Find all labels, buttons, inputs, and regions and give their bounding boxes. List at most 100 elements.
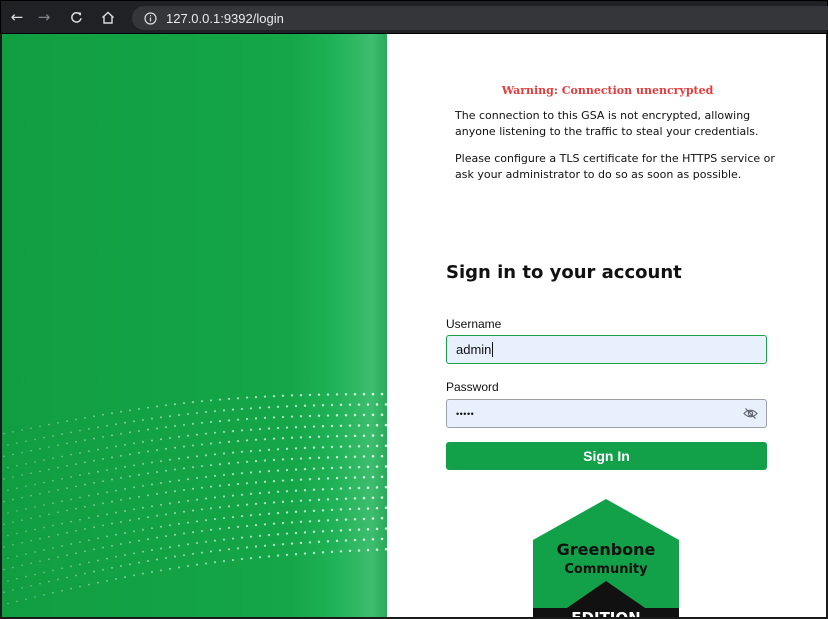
pattern-dot (3, 523, 5, 526)
pattern-dot (142, 528, 144, 531)
pattern-dot (34, 506, 36, 508)
pattern-dot (240, 407, 244, 411)
pattern-dot (218, 527, 222, 530)
pattern-dot (236, 418, 240, 421)
pattern-dot (138, 561, 140, 564)
pattern-dot (200, 443, 204, 446)
pattern-dot (52, 524, 54, 527)
pattern-dot (308, 435, 312, 439)
pattern-dot (272, 416, 276, 419)
pattern-dot (34, 461, 36, 463)
pattern-dot (227, 548, 231, 551)
eye-off-icon[interactable] (735, 400, 766, 427)
pattern-dot (16, 442, 18, 444)
pattern-dot (344, 393, 348, 396)
pattern-dot (330, 466, 334, 470)
pattern-dot (195, 455, 199, 458)
pattern-dot (326, 477, 330, 480)
pattern-dot (371, 475, 375, 479)
back-icon[interactable]: ← (6, 6, 28, 28)
url-text[interactable]: 127.0.0.1:9392/login (166, 11, 284, 26)
pattern-dot (321, 551, 325, 554)
pattern-dot (276, 533, 280, 536)
pattern-dot (357, 507, 361, 511)
pattern-dot (186, 521, 190, 524)
pattern-dot (84, 483, 86, 486)
pattern-dot (39, 515, 41, 518)
pattern-dot (254, 460, 258, 463)
reload-icon[interactable] (65, 6, 87, 28)
pattern-dot (177, 544, 181, 547)
pattern-dot (339, 445, 343, 448)
pattern-dot (218, 441, 222, 444)
pattern-dot (102, 458, 104, 460)
home-icon[interactable] (97, 6, 119, 28)
pattern-dot (66, 464, 68, 467)
pattern-dot (173, 424, 177, 427)
pattern-dot (308, 478, 312, 481)
pattern-dot (25, 485, 27, 488)
pattern-dot (222, 538, 226, 541)
pattern-dot (308, 499, 312, 502)
pattern-dot (52, 569, 54, 572)
pattern-dot (124, 532, 126, 534)
pattern-dot (218, 506, 222, 509)
pattern-dot (240, 429, 244, 432)
address-bar[interactable]: 127.0.0.1:9392/login (132, 6, 828, 30)
pattern-dot (326, 393, 330, 396)
pattern-dot (66, 487, 68, 490)
sign-in-button[interactable]: Sign In (446, 442, 767, 470)
pattern-dot (213, 431, 217, 434)
pattern-dot (124, 443, 126, 446)
pattern-dot (25, 553, 27, 555)
info-circle-icon[interactable] (139, 7, 161, 29)
pattern-dot (79, 452, 81, 454)
pattern-dot (213, 410, 217, 413)
pattern-dot (111, 434, 113, 437)
pattern-dot (335, 455, 339, 459)
pattern-dot (43, 504, 45, 506)
pattern-dot (52, 479, 54, 482)
pattern-dot (102, 413, 104, 416)
pattern-dot (294, 489, 298, 492)
pattern-dot (267, 406, 271, 409)
pattern-dot (362, 413, 366, 417)
pattern-dot (218, 463, 222, 466)
pattern-dot (339, 487, 343, 490)
pattern-dot (357, 424, 361, 427)
pattern-dot (299, 541, 303, 545)
pattern-dot (258, 449, 262, 452)
pattern-dot (366, 507, 370, 510)
pattern-dot (151, 505, 153, 508)
pattern-dot (168, 458, 172, 461)
pattern-dot (353, 434, 357, 438)
pattern-dot (209, 399, 213, 402)
forward-icon[interactable]: → (33, 6, 55, 28)
pattern-dot (3, 478, 5, 480)
pattern-dot (303, 552, 307, 555)
pattern-dot (66, 509, 68, 512)
pattern-dot (48, 535, 50, 538)
pattern-dot (120, 565, 122, 568)
pattern-dot (79, 496, 81, 499)
pattern-dot (66, 442, 68, 445)
pattern-dot (357, 445, 361, 448)
pattern-dot (57, 422, 59, 424)
pattern-dot (267, 448, 271, 451)
pattern-dot (380, 392, 384, 396)
pattern-dot (222, 452, 226, 455)
pattern-dot (147, 560, 149, 563)
pattern-dot (308, 541, 312, 544)
pattern-dot (111, 412, 113, 415)
pattern-dot (115, 467, 117, 470)
pattern-dot (303, 404, 307, 407)
password-input[interactable]: ••••• (446, 399, 767, 428)
pattern-dot (222, 516, 226, 520)
username-input[interactable]: admin (446, 335, 767, 364)
pattern-dot (339, 529, 343, 532)
pattern-dot (57, 533, 59, 536)
pattern-dot (249, 428, 253, 431)
pattern-dot (102, 524, 104, 527)
pattern-dot (151, 527, 153, 530)
pattern-dot (173, 511, 177, 515)
